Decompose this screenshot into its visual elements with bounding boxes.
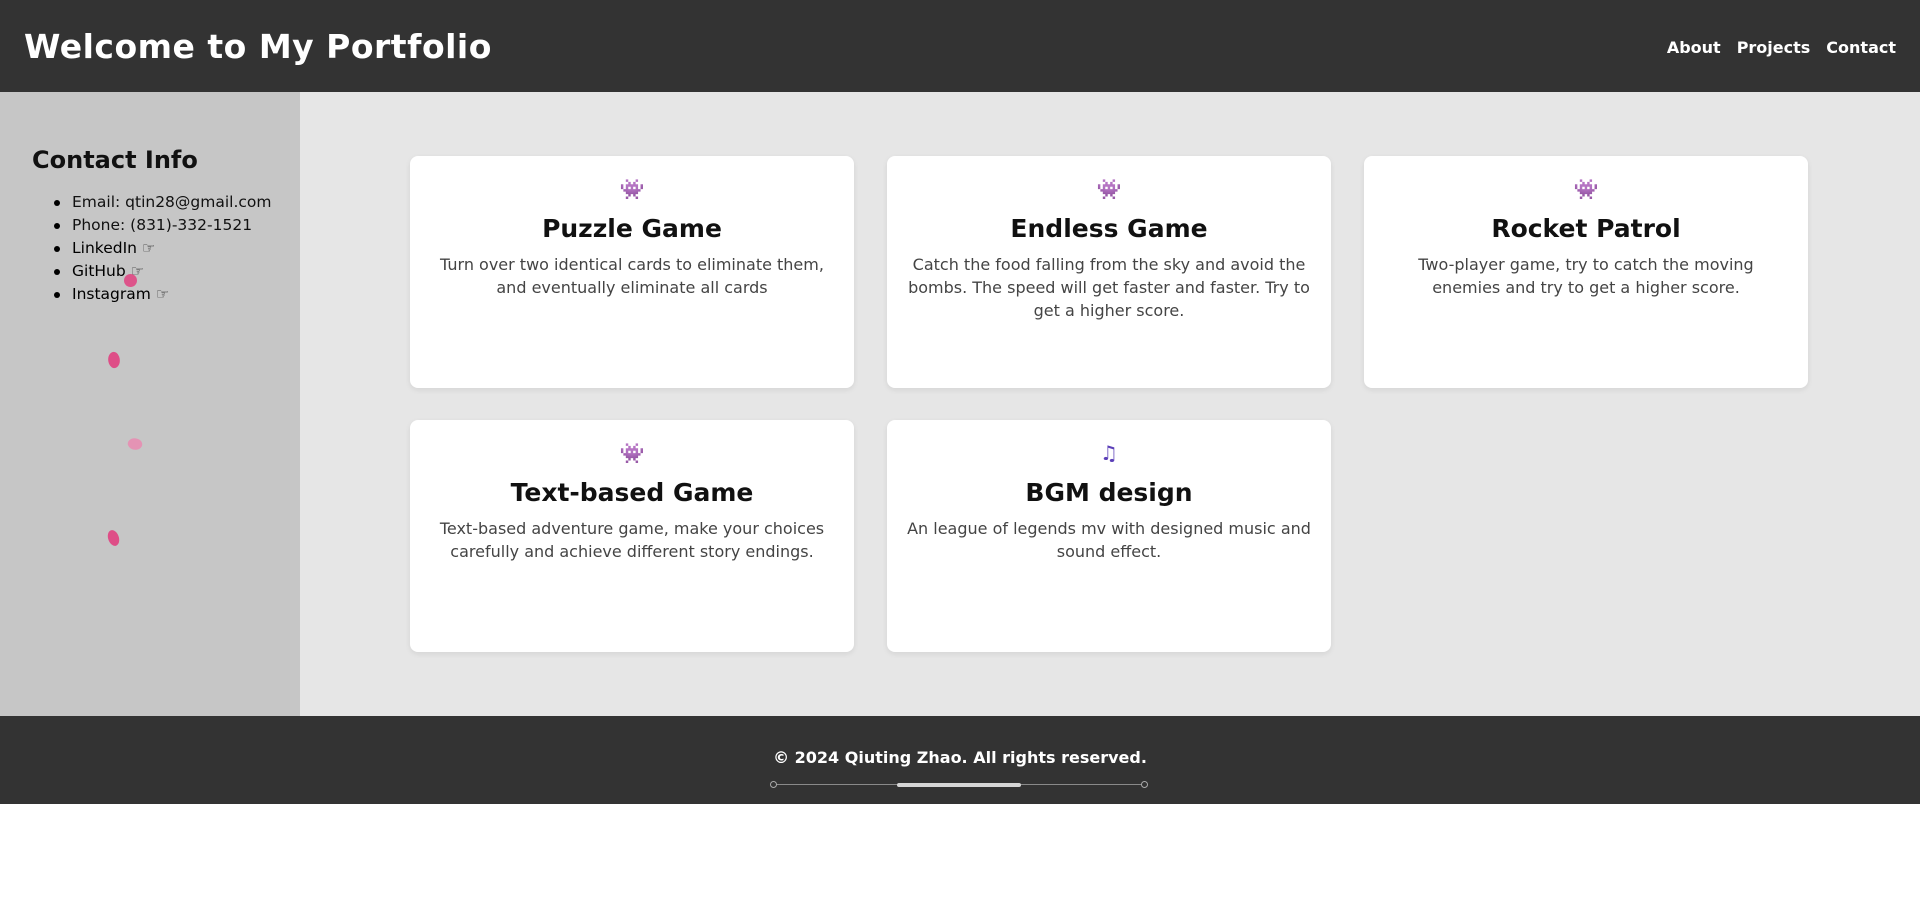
falling-petal-decoration xyxy=(125,435,145,453)
project-card[interactable]: 👾 Text-based Game Text-based adventure g… xyxy=(410,420,854,652)
falling-petal-decoration xyxy=(104,528,123,548)
horizontal-scrollbar[interactable] xyxy=(770,780,1148,790)
nav-link-about[interactable]: About xyxy=(1667,38,1721,57)
site-title: Welcome to My Portfolio xyxy=(24,26,492,66)
project-card[interactable]: 👾 Rocket Patrol Two-player game, try to … xyxy=(1364,156,1808,388)
falling-petal-decoration xyxy=(124,274,137,287)
contact-list: Email: qtin28@gmail.com Phone: (831)-332… xyxy=(32,191,300,306)
project-description: Catch the food falling from the sky and … xyxy=(908,255,1310,320)
scrollbar-thumb[interactable] xyxy=(897,783,1021,787)
project-title: Puzzle Game xyxy=(542,214,722,243)
pointing-hand-icon[interactable]: ☞ xyxy=(156,283,169,306)
projects-section: 👾 Puzzle Game Turn over two identical ca… xyxy=(300,92,1920,716)
project-card[interactable]: 👾 Endless Game Catch the food falling fr… xyxy=(887,156,1331,388)
contact-email-label: Email: qtin28@gmail.com xyxy=(72,193,272,211)
copyright-text: © 2024 Qiuting Zhao. All rights reserved… xyxy=(773,748,1147,767)
project-description: Text-based adventure game, make your cho… xyxy=(439,519,825,561)
contact-github: GitHub ☞ xyxy=(54,260,300,283)
scrollbar-left-end xyxy=(770,781,777,788)
project-title: Endless Game xyxy=(1010,214,1208,243)
top-nav: About Projects Contact xyxy=(1667,36,1896,57)
contact-linkedin: LinkedIn ☞ xyxy=(54,237,300,260)
alien-monster-icon: 👾 xyxy=(1573,177,1599,201)
pointing-hand-icon[interactable]: ☞ xyxy=(142,237,155,260)
falling-petal-decoration xyxy=(105,350,123,370)
contact-instagram: Instagram ☞ xyxy=(54,283,300,306)
project-description: Two-player game, try to catch the moving… xyxy=(1418,255,1754,297)
nav-link-contact[interactable]: Contact xyxy=(1826,38,1896,57)
site-header: Welcome to My Portfolio About Projects C… xyxy=(0,0,1920,92)
alien-monster-icon: 👾 xyxy=(619,177,645,201)
project-card[interactable]: 👾 Puzzle Game Turn over two identical ca… xyxy=(410,156,854,388)
github-link[interactable]: GitHub xyxy=(72,262,126,280)
project-description: Turn over two identical cards to elimina… xyxy=(440,255,824,297)
linkedin-link[interactable]: LinkedIn xyxy=(72,239,137,257)
contact-sidebar: Contact Info Email: qtin28@gmail.com Pho… xyxy=(0,92,300,716)
project-title: BGM design xyxy=(1025,478,1193,507)
project-title: Rocket Patrol xyxy=(1491,214,1681,243)
music-note-icon: ♫ xyxy=(1100,441,1118,465)
alien-monster-icon: 👾 xyxy=(619,441,645,465)
contact-email: Email: qtin28@gmail.com xyxy=(54,191,300,214)
contact-phone-label: Phone: (831)-332-1521 xyxy=(72,216,253,234)
scrollbar-right-end xyxy=(1141,781,1148,788)
nav-link-projects[interactable]: Projects xyxy=(1737,38,1811,57)
project-description: An league of legends mv with designed mu… xyxy=(907,519,1311,561)
contact-phone: Phone: (831)-332-1521 xyxy=(54,214,300,237)
project-title: Text-based Game xyxy=(510,478,754,507)
projects-grid: 👾 Puzzle Game Turn over two identical ca… xyxy=(410,156,1808,652)
alien-monster-icon: 👾 xyxy=(1096,177,1122,201)
project-card[interactable]: ♫ BGM design An league of legends mv wit… xyxy=(887,420,1331,652)
contact-heading: Contact Info xyxy=(32,146,198,174)
site-footer: © 2024 Qiuting Zhao. All rights reserved… xyxy=(0,716,1920,804)
instagram-link[interactable]: Instagram xyxy=(72,285,151,303)
